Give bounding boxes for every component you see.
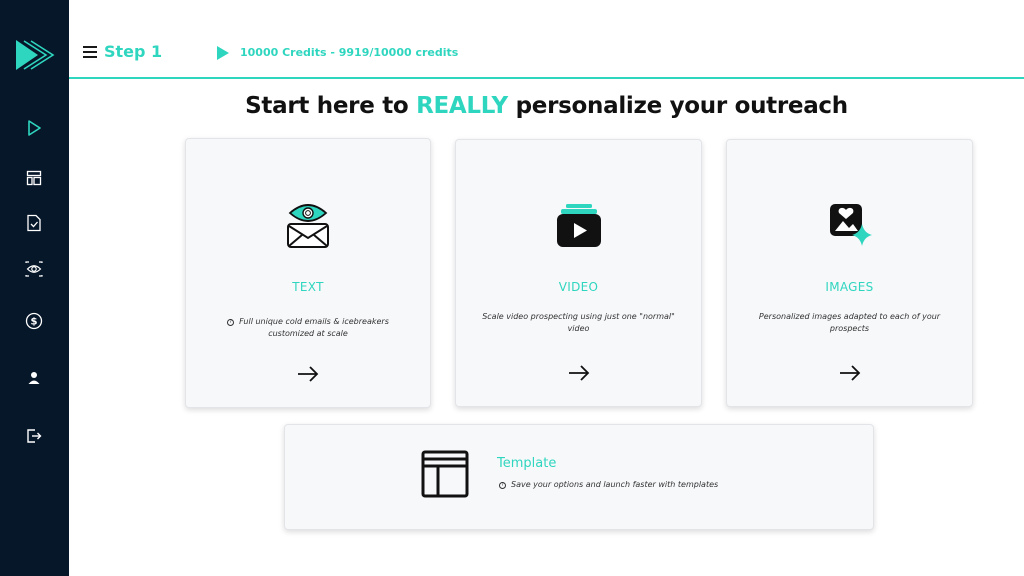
sidebar: $: [0, 0, 69, 576]
email-eye-icon: [287, 204, 329, 248]
play-icon: [28, 120, 41, 136]
top-header: Step 1 10000 Credits - 9919/10000 credit…: [69, 0, 1024, 79]
template-title: Template: [497, 456, 557, 471]
logout-icon: [27, 429, 42, 443]
sidebar-item-templates[interactable]: [22, 166, 46, 190]
sidebar-item-view[interactable]: [22, 257, 46, 281]
logo-icon[interactable]: [14, 38, 56, 72]
image-sparkle-icon: [829, 204, 872, 246]
hamburger-menu-icon[interactable]: [83, 46, 97, 58]
card-description: ? Full unique cold emails & icebreakers c…: [210, 316, 406, 340]
sidebar-item-account[interactable]: [22, 366, 46, 390]
sidebar-item-billing[interactable]: $: [22, 309, 46, 333]
card-title: TEXT: [292, 280, 324, 294]
dollar-icon: $: [25, 312, 43, 330]
card-text[interactable]: TEXT ? Full unique cold emails & icebreak…: [185, 138, 431, 408]
document-check-icon: [27, 214, 41, 232]
sidebar-item-logout[interactable]: [22, 424, 46, 448]
arrow-right-icon[interactable]: [838, 364, 862, 382]
card-description: Scale video prospecting using just one "…: [482, 312, 675, 333]
step-title: Step 1: [104, 42, 163, 61]
card-title: VIDEO: [558, 280, 599, 294]
headline-after: personalize your outreach: [507, 93, 849, 119]
headline-before: Start here to: [245, 93, 417, 119]
template-layout-icon: [421, 450, 469, 498]
credits-play-icon: [217, 46, 229, 60]
card-description: Personalized images adapted to each of y…: [758, 312, 941, 333]
sidebar-item-play[interactable]: [22, 116, 46, 140]
template-description-text: Save your options and launch faster with…: [511, 480, 719, 489]
eye-icon: [25, 261, 43, 277]
arrow-right-icon[interactable]: [567, 364, 591, 382]
layout-icon: [26, 170, 42, 186]
card-description-text: Full unique cold emails & icebreakers cu…: [239, 317, 389, 338]
sidebar-item-documents[interactable]: [22, 211, 46, 235]
info-icon: ?: [227, 319, 235, 326]
card-title: IMAGES: [825, 280, 874, 294]
svg-text:$: $: [31, 317, 38, 328]
page-headline: Start here to REALLY personalize your ou…: [0, 93, 1024, 119]
user-icon: [28, 372, 40, 384]
headline-highlight: REALLY: [416, 93, 508, 119]
credits-counter: 10000 Credits - 9919/10000 credits: [240, 46, 459, 59]
card-images[interactable]: IMAGES Personalized images adapted to ea…: [726, 139, 973, 407]
arrow-right-icon[interactable]: [296, 365, 320, 383]
info-icon: ?: [499, 482, 506, 489]
video-stack-icon: [556, 204, 601, 247]
card-template[interactable]: Template ? Save your options and launch f…: [284, 424, 874, 530]
template-description: ? Save your options and launch faster wit…: [499, 480, 718, 489]
card-video[interactable]: VIDEO Scale video prospecting using just…: [455, 139, 702, 407]
